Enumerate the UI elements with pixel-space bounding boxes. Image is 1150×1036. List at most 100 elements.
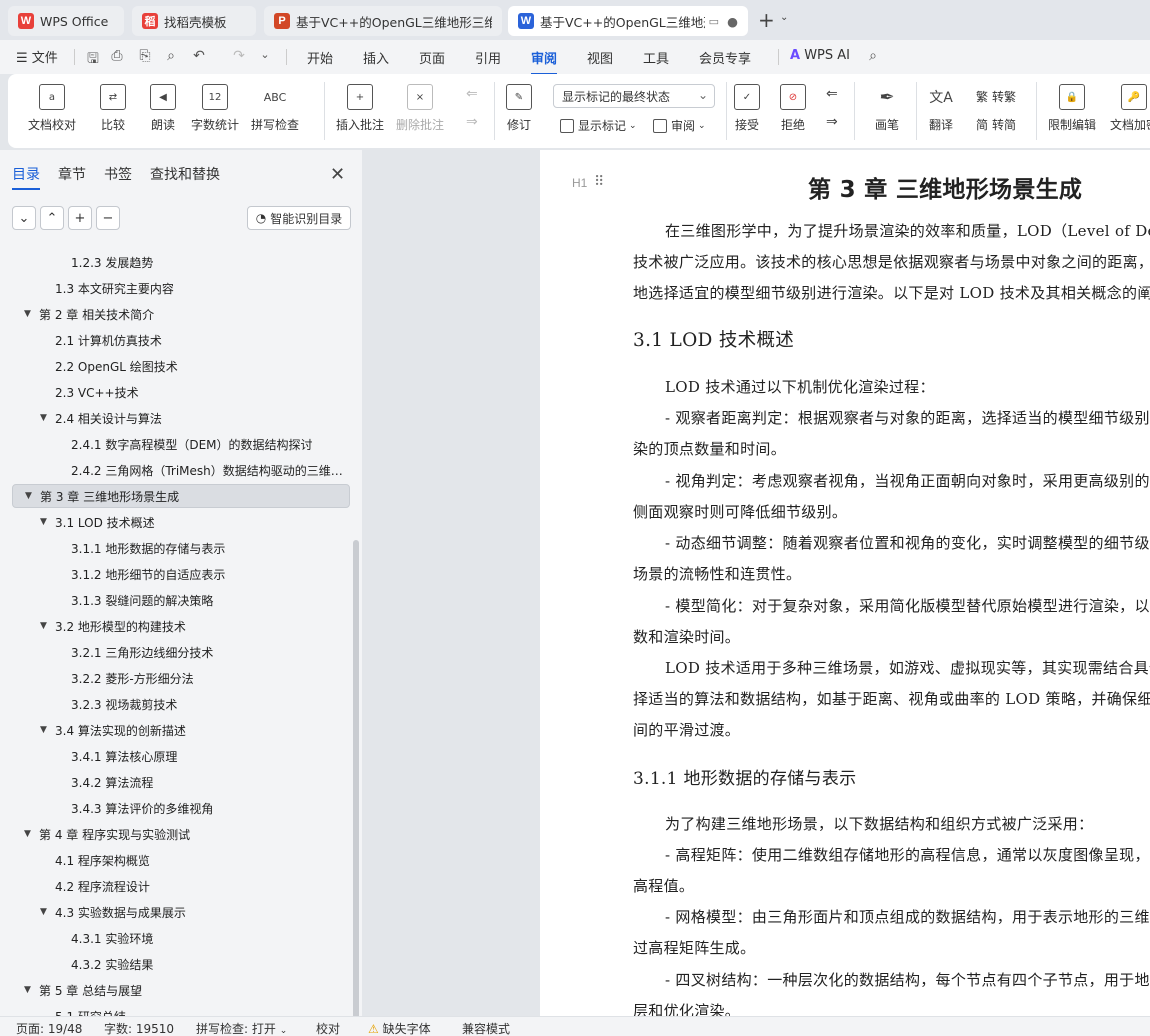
expand-arrow-icon[interactable]: ▼ <box>40 725 47 735</box>
document-page[interactable]: H1 ⠿ 第 3 章 三维地形场景生成 在三维图形学中，为了提升场景渲染的效率和质… <box>540 150 1150 1016</box>
next-change-icon[interactable]: ⇒ <box>826 114 838 130</box>
toc-item[interactable]: 2.3 VC++技术 <box>12 380 350 404</box>
toc-item[interactable]: ▼ 第 5 章 总结与展望 <box>12 978 350 1002</box>
toc-item[interactable]: 1.3 本文研究主要内容 <box>12 276 350 300</box>
tab-bookmarks[interactable]: 书签 <box>104 164 132 190</box>
toc-item[interactable]: 3.4.3 算法评价的多维视角 <box>12 796 350 820</box>
toc-item[interactable]: ▼ 3.1 LOD 技术概述 <box>12 510 350 534</box>
export-pdf-icon[interactable]: ⎙ <box>108 48 126 64</box>
pen-button[interactable]: ✒ 画笔 <box>874 78 900 133</box>
expand-arrow-icon[interactable]: ▼ <box>40 413 47 423</box>
toc-item[interactable]: 4.2 程序流程设计 <box>12 874 350 898</box>
toc-item[interactable]: 4.1 程序架构概览 <box>12 848 350 872</box>
missing-font-status[interactable]: ⚠ 缺失字体 <box>368 1020 431 1036</box>
read-aloud-button[interactable]: ◀ 朗读 <box>150 78 176 133</box>
menu-references[interactable]: 引用 <box>475 48 501 67</box>
file-menu[interactable]: ☰ 文件 <box>16 47 58 66</box>
page-indicator[interactable]: 页面: 19/48 <box>16 1020 82 1036</box>
word-count[interactable]: 字数: 19510 <box>104 1020 174 1036</box>
menu-home[interactable]: 开始 <box>307 48 333 67</box>
menu-insert[interactable]: 插入 <box>363 48 389 67</box>
print-preview-icon[interactable]: ⌕ <box>162 48 180 64</box>
close-icon[interactable]: ✕ <box>330 164 345 185</box>
tab-docer-templates[interactable]: 稻 找稻壳模板 <box>132 6 256 36</box>
toc-item[interactable]: 2.4.1 数字高程模型（DEM）的数据结构探讨 <box>12 432 350 456</box>
expand-arrow-icon[interactable]: ▼ <box>25 491 32 501</box>
menu-page[interactable]: 页面 <box>419 48 445 67</box>
toc-item[interactable]: ▼ 4.3 实验数据与成果展示 <box>12 900 350 924</box>
toc-item[interactable]: 1.2.3 发展趋势 <box>12 250 350 274</box>
expand-arrow-icon[interactable]: ▼ <box>40 517 47 527</box>
expand-arrow-icon[interactable]: ▼ <box>40 621 47 631</box>
reject-button[interactable]: ⊘ 拒绝 <box>780 78 806 133</box>
toc-item[interactable]: ▼ 3.2 地形模型的构建技术 <box>12 614 350 638</box>
review-pane-button[interactable]: 审阅 ⌄ <box>653 117 706 134</box>
proof-status[interactable]: 校对 <box>316 1020 340 1036</box>
menu-review[interactable]: 审阅 <box>531 48 558 75</box>
tab-wps-office[interactable]: W WPS Office <box>8 6 124 36</box>
toc-item[interactable]: 4.3.2 实验结果 <box>12 952 350 976</box>
tab-find-replace[interactable]: 查找和替换 <box>150 164 220 190</box>
undo-icon[interactable]: ↶ <box>190 48 208 64</box>
show-markup-button[interactable]: 显示标记 ⌄ <box>560 117 637 134</box>
toc-item[interactable]: 3.1.1 地形数据的存储与表示 <box>12 536 350 560</box>
expand-arrow-icon[interactable]: ▼ <box>24 985 31 995</box>
save-icon[interactable]: 🖫 <box>84 48 102 72</box>
compare-button[interactable]: ⇄ 比较 <box>100 78 126 133</box>
tab-current-document[interactable]: W 基于VC++的OpenGL三维地形 ▭ ● <box>508 6 748 36</box>
tab-ppt-document[interactable]: P 基于VC++的OpenGL三维地形三维可 <box>264 6 502 36</box>
redo-icon[interactable]: ↷ <box>230 48 248 64</box>
toc-item[interactable]: ▼ 第 3 章 三维地形场景生成 <box>12 484 350 508</box>
to-simplified-button[interactable]: 简转简 <box>976 116 1016 133</box>
new-tab-icon[interactable]: + <box>758 8 775 32</box>
restrict-editing-button[interactable]: 🔒 限制编辑 <box>1048 78 1096 133</box>
toc-scrollbar[interactable] <box>353 540 359 1028</box>
toc-item[interactable]: 4.3.1 实验环境 <box>12 926 350 950</box>
delete-comment-button[interactable]: × 删除批注 <box>396 78 444 133</box>
toc-item[interactable]: 3.2.1 三角形边线细分技术 <box>12 640 350 664</box>
toc-item[interactable]: 3.4.1 算法核心原理 <box>12 744 350 768</box>
collapse-all-button[interactable]: ⌃ <box>40 206 64 230</box>
word-count-button[interactable]: 12 字数统计 <box>191 78 239 133</box>
track-changes-button[interactable]: ✎ 修订 <box>506 78 532 133</box>
tab-list-chevron-icon[interactable]: ⌄ <box>780 12 788 23</box>
toc-item[interactable]: 3.2.2 菱形-方形细分法 <box>12 666 350 690</box>
unsaved-dot-icon[interactable]: ● <box>727 14 738 29</box>
next-comment-icon[interactable]: ⇒ <box>466 114 478 130</box>
menu-view[interactable]: 视图 <box>587 48 613 67</box>
translate-button[interactable]: 文A 翻译 <box>928 78 954 133</box>
menu-tools[interactable]: 工具 <box>643 48 669 67</box>
spell-check-button[interactable]: ABC 拼写检查 <box>251 78 299 133</box>
toc-item[interactable]: 3.4.2 算法流程 <box>12 770 350 794</box>
expand-arrow-icon[interactable]: ▼ <box>24 309 31 319</box>
toc-item[interactable]: ▼ 3.4 算法实现的创新描述 <box>12 718 350 742</box>
toc-item[interactable]: 3.2.3 视场裁剪技术 <box>12 692 350 716</box>
tab-sections[interactable]: 章节 <box>58 164 86 190</box>
accept-button[interactable]: ✓ 接受 <box>734 78 760 133</box>
tab-toc[interactable]: 目录 <box>12 164 40 190</box>
smart-toc-button[interactable]: ◔ 智能识别目录 <box>247 206 351 230</box>
toc-item[interactable]: 2.2 OpenGL 绘图技术 <box>12 354 350 378</box>
expand-arrow-icon[interactable]: ▼ <box>24 829 31 839</box>
toc-item[interactable]: 2.1 计算机仿真技术 <box>12 328 350 352</box>
to-traditional-button[interactable]: 繁转繁 <box>976 88 1016 105</box>
add-heading-button[interactable]: + <box>68 206 92 230</box>
wps-ai-button[interactable]: A WPS AI <box>790 48 850 63</box>
toc-item[interactable]: ▼ 2.4 相关设计与算法 <box>12 406 350 430</box>
insert-comment-button[interactable]: + 插入批注 <box>336 78 384 133</box>
proofread-button[interactable]: a 文档校对 <box>28 78 76 133</box>
menu-member[interactable]: 会员专享 <box>699 48 751 67</box>
previous-comment-icon[interactable]: ⇐ <box>466 86 478 102</box>
spell-check-status[interactable]: 拼写检查: 打开 ⌄ <box>196 1020 287 1036</box>
expand-arrow-icon[interactable]: ▼ <box>40 907 47 917</box>
toc-item[interactable]: ▼ 第 4 章 程序实现与实验测试 <box>12 822 350 846</box>
search-icon[interactable]: ⌕ <box>864 48 882 64</box>
encrypt-document-button[interactable]: 🔑 文档加密 <box>1110 78 1150 133</box>
print-icon[interactable]: ⎘ <box>136 48 154 64</box>
toc-item[interactable]: ▼ 第 2 章 相关技术简介 <box>12 302 350 326</box>
toc-item[interactable]: 3.1.3 裂缝问题的解决策略 <box>12 588 350 612</box>
quick-access-chevron-icon[interactable]: ⌄ <box>256 48 274 61</box>
drag-handle-icon[interactable]: ⠿ <box>594 174 604 190</box>
markup-display-select[interactable]: 显示标记的最终状态 ⌄ <box>553 84 715 108</box>
previous-change-icon[interactable]: ⇐ <box>826 86 838 102</box>
